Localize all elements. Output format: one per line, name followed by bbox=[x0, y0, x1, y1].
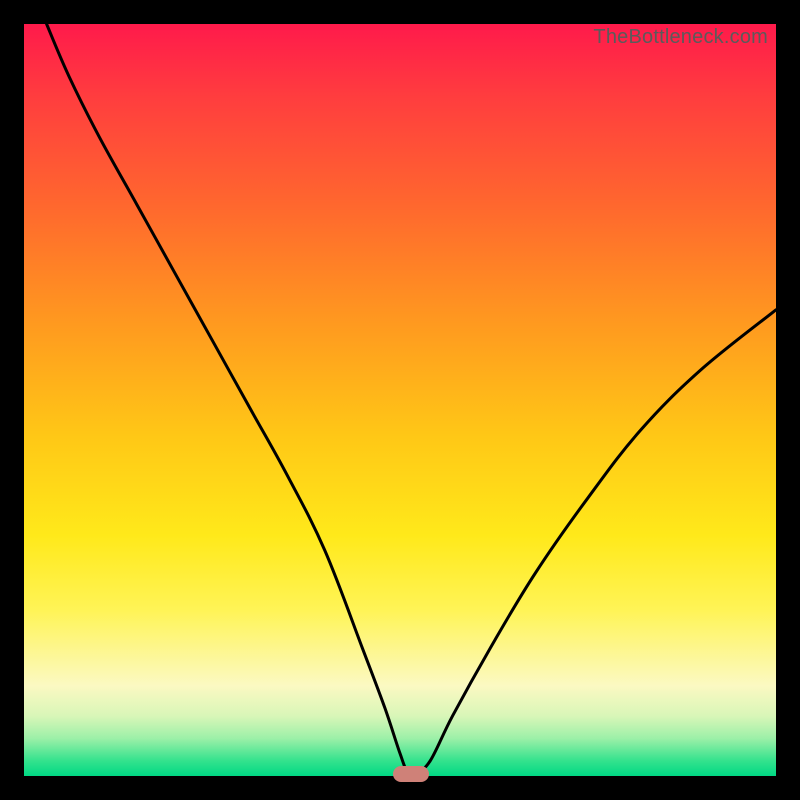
chart-frame: TheBottleneck.com bbox=[0, 0, 800, 800]
bottleneck-curve bbox=[24, 24, 776, 776]
plot-area: TheBottleneck.com bbox=[24, 24, 776, 776]
optimal-marker bbox=[393, 766, 429, 782]
